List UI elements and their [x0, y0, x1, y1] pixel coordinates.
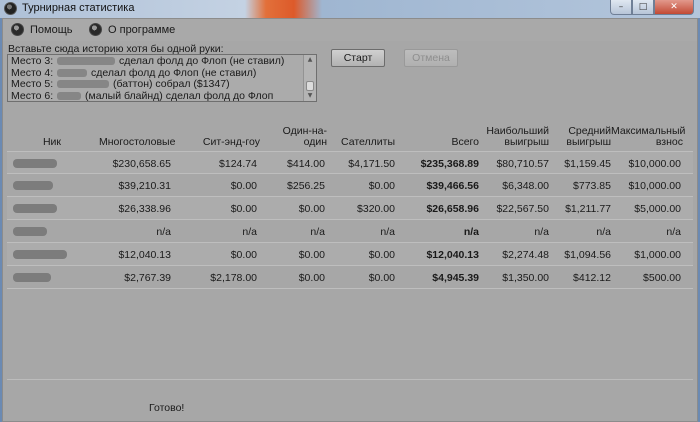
column-header-average-win[interactable]: Средний выигрыш [555, 126, 611, 148]
table-cell: $230,658.65 [112, 158, 171, 170]
stats-table: Ник Многостоловые Сит-энд-гоу Один-на-од… [7, 109, 693, 289]
player-nick: h8ok [13, 159, 57, 168]
table-cell: $235,368.89 [420, 158, 479, 170]
cancel-button[interactable]: Отмена [404, 49, 458, 67]
table-cell: $0.00 [368, 249, 395, 261]
player-nick: d______ [13, 273, 51, 282]
table-cell: $4,171.50 [348, 158, 395, 170]
hand-history-content: Место 3: сделал фолд до Флоп (не ставил)… [11, 56, 303, 103]
table-cell: $0.00 [298, 203, 325, 215]
table-header: Ник Многостоловые Сит-энд-гоу Один-на-од… [7, 109, 693, 151]
menu-bar: Помощь О программе [3, 19, 697, 41]
hand-history-textarea[interactable]: Место 3: сделал фолд до Флоп (не ставил)… [7, 54, 317, 102]
table-cell: $0.00 [368, 272, 395, 284]
status-separator [7, 379, 693, 380]
table-row[interactable]: ______yan $12,040.13 $0.00 $0.00 $0.00 $12,04… [7, 243, 693, 266]
table-cell: n/a [534, 226, 549, 238]
table-cell: $39,466.56 [426, 180, 479, 192]
scroll-thumb[interactable] [306, 81, 314, 91]
table-cell: $12,040.13 [426, 249, 479, 261]
window-controls: – □ ✕ [610, 0, 694, 15]
table-row[interactable]: h8ok $230,658.65 $124.74 $414.00 $4,171.50 $2… [7, 151, 693, 174]
table-cell: $12,040.13 [118, 249, 171, 261]
table-cell: $1,350.00 [502, 272, 549, 284]
table-cell: $0.00 [298, 272, 325, 284]
close-button[interactable]: ✕ [654, 0, 694, 15]
table-cell: $0.00 [230, 249, 257, 261]
column-header-total[interactable]: Всего [417, 137, 479, 148]
history-scrollbar[interactable]: ▲ ▼ [303, 55, 316, 101]
player-nick: s______ [13, 181, 53, 190]
table-cell: $22,567.50 [496, 203, 549, 215]
table-cell: n/a [156, 226, 171, 238]
info-icon [89, 23, 102, 36]
table-cell: $1,159.45 [564, 158, 611, 170]
table-row[interactable]: s______ $39,210.31 $0.00 $256.25 $0.00 $39,46… [7, 174, 693, 197]
table-cell: $414.00 [287, 158, 325, 170]
table-cell: $80,710.57 [496, 158, 549, 170]
column-header-nick[interactable]: Ник [27, 137, 77, 148]
column-header-sng[interactable]: Сит-энд-гоу [192, 137, 260, 148]
help-icon [11, 23, 24, 36]
table-cell: $1,094.56 [564, 249, 611, 261]
table-cell: $0.00 [368, 180, 395, 192]
column-header-satellites[interactable]: Сателлиты [327, 137, 395, 148]
column-header-heads-up[interactable]: Один-на-один [261, 126, 327, 148]
table-cell: $0.00 [230, 203, 257, 215]
menu-help-label: Помощь [30, 23, 73, 36]
column-header-biggest-win[interactable]: Наибольший выигрыш [485, 126, 549, 148]
table-cell: $500.00 [643, 272, 681, 284]
window-title: Турнирная статистика [22, 2, 135, 14]
main-window: Помощь О программе Вставьте сюда историю… [2, 18, 698, 422]
table-cell: $2,274.48 [502, 249, 549, 261]
table-cell: $256.25 [287, 180, 325, 192]
table-cell: $1,000.00 [634, 249, 681, 261]
start-button[interactable]: Старт [331, 49, 385, 67]
table-cell: $39,210.31 [118, 180, 171, 192]
app-icon [4, 2, 17, 15]
table-cell: $2,178.00 [210, 272, 257, 284]
table-cell: $412.12 [573, 272, 611, 284]
table-cell: n/a [380, 226, 395, 238]
maximize-button[interactable]: □ [632, 0, 654, 15]
table-cell: n/a [242, 226, 257, 238]
scroll-down-icon[interactable]: ▼ [305, 92, 315, 100]
table-cell: $0.00 [230, 180, 257, 192]
menu-help[interactable]: Помощь [11, 23, 73, 36]
player-nick: ______yan [13, 250, 67, 259]
table-cell: $5,000.00 [634, 203, 681, 215]
column-header-mtt[interactable]: Многостоловые [99, 137, 175, 148]
player-nick: T______ [13, 204, 57, 213]
table-cell: $10,000.00 [628, 180, 681, 192]
player-nick: A___M83 [13, 227, 47, 236]
table-cell: $320.00 [357, 203, 395, 215]
minimize-button[interactable]: – [610, 0, 632, 15]
table-body: h8ok $230,658.65 $124.74 $414.00 $4,171.50 $2… [7, 151, 693, 289]
table-cell: $0.00 [298, 249, 325, 261]
menu-about-label: О программе [108, 23, 176, 36]
table-row[interactable]: T______ $26,338.96 $0.00 $0.00 $320.00 $26,65… [7, 197, 693, 220]
table-cell: n/a [463, 226, 479, 238]
history-line: Место 6: (малый блайнд) сделал фолд до Ф… [11, 90, 274, 103]
table-row[interactable]: A___M83 n/a n/a n/a n/a n/a n/a n/a n/a [7, 220, 693, 243]
table-cell: n/a [666, 226, 681, 238]
title-bar: Турнирная статистика – □ ✕ [0, 0, 700, 18]
table-cell: $1,211.77 [565, 203, 611, 215]
table-cell: n/a [310, 226, 325, 238]
table-row[interactable]: d______ $2,767.39 $2,178.00 $0.00 $0.00 $4,94… [7, 266, 693, 289]
table-cell: $26,338.96 [118, 203, 171, 215]
menu-about[interactable]: О программе [89, 23, 175, 36]
table-cell: n/a [596, 226, 611, 238]
table-cell: $10,000.00 [628, 158, 681, 170]
table-cell: $773.85 [573, 180, 611, 192]
table-cell: $4,945.39 [432, 272, 479, 284]
table-cell: $6,348.00 [502, 180, 549, 192]
column-header-max-buyin[interactable]: Максимальный взнос [611, 126, 685, 148]
status-text: Готово! [149, 402, 185, 414]
table-cell: $124.74 [219, 158, 257, 170]
table-cell: $26,658.96 [426, 203, 479, 215]
scroll-up-icon[interactable]: ▲ [305, 56, 315, 64]
table-cell: $2,767.39 [124, 272, 171, 284]
